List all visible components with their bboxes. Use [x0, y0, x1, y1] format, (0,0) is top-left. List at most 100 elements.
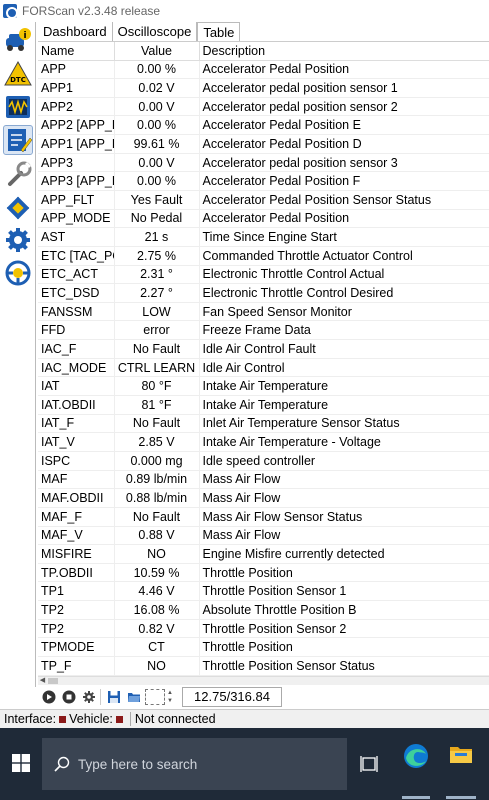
table-row[interactable]: TP2 0.82 V Throttle Position Sensor 2: [38, 619, 489, 639]
cell-description: Time Since Engine Start: [199, 227, 489, 247]
cell-value: 0.82 V: [114, 619, 200, 639]
cell-name: TP.OBDII: [38, 563, 115, 583]
cell-value: 4.46 V: [114, 581, 200, 602]
table-row[interactable]: ETC_DSD 2.27 ° Electronic Throttle Control…: [38, 283, 489, 303]
table-row[interactable]: MAF_F No Fault Mass Air Flow Sensor Status: [38, 507, 489, 527]
explorer-active-indicator: [446, 796, 476, 799]
table-row[interactable]: TPMODE CT Throttle Position: [38, 637, 489, 657]
table-row[interactable]: MAF.OBDII 0.88 lb/min Mass Air Flow: [38, 488, 489, 508]
chip-icon[interactable]: [3, 193, 33, 223]
window-title: FORScan v2.3.48 release: [22, 4, 161, 18]
file-explorer-icon[interactable]: [449, 742, 473, 766]
column-header-value[interactable]: Value: [114, 42, 200, 61]
open-folder-icon[interactable]: [125, 688, 143, 706]
info-icon[interactable]: i: [3, 25, 33, 55]
table-row[interactable]: APP1 [APP_D]99.61 %Accelerator Pedal Pos…: [38, 134, 489, 154]
cell-value: CT: [114, 637, 200, 657]
table-row[interactable]: FFD error Freeze Frame Data: [38, 320, 489, 341]
table-row[interactable]: TP_F NO Throttle Position Sensor Status: [38, 656, 489, 676]
cell-description: Throttle Position Sensor 1: [199, 581, 489, 602]
oscilloscope-icon[interactable]: [3, 92, 33, 122]
edge-browser-icon[interactable]: [402, 742, 430, 770]
table-row[interactable]: APP_FLT Yes Fault Accelerator Pedal Positi…: [38, 190, 489, 210]
cell-value: error: [114, 320, 200, 341]
table-row[interactable]: IAT_F No Fault Inlet Air Temperature Senso…: [38, 414, 489, 434]
cell-value: No Fault: [114, 507, 200, 527]
play-icon[interactable]: [40, 688, 58, 706]
cell-description: Idle Air Control Fault: [199, 339, 489, 359]
save-icon[interactable]: [105, 688, 123, 706]
table-row[interactable]: ETC [TAC_PCT]2.75 %Commanded Throttle Ac…: [38, 246, 489, 266]
cell-name: FFD: [38, 320, 115, 341]
table-row[interactable]: APP2 0.00 V Accelerator pedal position sen…: [38, 97, 489, 117]
cell-description: Throttle Position: [199, 637, 489, 657]
tab-oscilloscope[interactable]: Oscilloscope: [113, 22, 198, 41]
table-row[interactable]: TP1 4.46 V Throttle Position Sensor 1: [38, 581, 489, 602]
tab-table[interactable]: Table: [197, 22, 241, 41]
windows-start-icon[interactable]: [12, 754, 30, 772]
cell-description: Accelerator Pedal Position: [199, 60, 489, 80]
checklist-icon[interactable]: [3, 125, 33, 155]
table-row[interactable]: ETC_ACT 2.31 ° Electronic Throttle Control…: [38, 265, 489, 285]
table-row[interactable]: APP1 0.02 V Accelerator pedal position sen…: [38, 78, 489, 98]
cell-name: IAC_MODE: [38, 358, 115, 378]
table-row[interactable]: FANSSM LOW Fan Speed Sensor Monitor: [38, 302, 489, 322]
cell-value: 2.85 V: [114, 432, 200, 452]
task-view-icon[interactable]: [360, 755, 378, 773]
table-row[interactable]: APP3 0.00 V Accelerator pedal position sen…: [38, 153, 489, 173]
stop-icon[interactable]: [60, 688, 78, 706]
cell-value: 10.59 %: [114, 563, 200, 583]
table-row[interactable]: IAC_MODE CTRL LEARN Idle Air Control: [38, 358, 489, 378]
tab-dashboard[interactable]: Dashboard: [38, 22, 113, 41]
column-header-description[interactable]: Description: [199, 42, 489, 61]
cell-description: Accelerator Pedal Position D: [199, 134, 489, 154]
cell-description: Commanded Throttle Actuator Control: [199, 246, 489, 266]
taskbar-search-box[interactable]: Type here to search: [42, 738, 347, 790]
cell-description: Intake Air Temperature: [199, 376, 489, 397]
table-row[interactable]: IAC_F No Fault Idle Air Control Fault: [38, 339, 489, 359]
table-row[interactable]: IAT.OBDII 81 °F Intake Air Temperature: [38, 395, 489, 415]
table-row[interactable]: APP2 [APP_E]0.00 %Accelerator Pedal Posi…: [38, 115, 489, 136]
table-row[interactable]: APP3 [APP_F]0.00 %Accelerator Pedal Posi…: [38, 171, 489, 191]
cell-name: ETC_DSD: [38, 283, 115, 303]
table-row[interactable]: IAT 80 °F Intake Air Temperature: [38, 376, 489, 397]
table-row[interactable]: MAF_V 0.88 V Mass Air Flow: [38, 526, 489, 546]
steering-help-icon[interactable]: [3, 258, 33, 288]
cell-name: ETC [TAC_PCT]: [38, 246, 115, 266]
horizontal-scrollbar[interactable]: ◀: [38, 676, 489, 685]
cell-value: 0.00 V: [114, 97, 200, 117]
table-row[interactable]: MAF 0.89 lb/min Mass Air Flow: [38, 470, 489, 490]
gear-icon[interactable]: [3, 225, 33, 255]
table-row[interactable]: ISPC 0.000 mg Idle speed controller: [38, 451, 489, 471]
table-row[interactable]: TP2 16.08 % Absolute Throttle Position B: [38, 600, 489, 620]
vehicle-label: Vehicle:: [69, 712, 113, 726]
spin-arrows-icon[interactable]: ▲ ▼: [166, 689, 174, 705]
table-row[interactable]: APP_MODE No Pedal Accelerator Pedal Positi…: [38, 209, 489, 229]
dtc-icon[interactable]: DTC: [3, 59, 33, 89]
scroll-left-icon[interactable]: ◀: [38, 677, 47, 685]
cell-name: APP_MODE: [38, 209, 115, 229]
cell-name: IAC_F: [38, 339, 115, 359]
cell-value: LOW: [114, 302, 200, 322]
status-bar: Interface: Vehicle: Not connected: [0, 709, 489, 728]
scrollbar-thumb[interactable]: [48, 678, 58, 684]
column-header-name[interactable]: Name: [38, 42, 115, 61]
cell-value: 80 °F: [114, 376, 200, 397]
wrench-icon[interactable]: [3, 159, 33, 189]
cell-description: Engine Misfire currently detected: [199, 544, 489, 564]
cell-description: Fan Speed Sensor Monitor: [199, 302, 489, 322]
cell-value: 2.75 %: [114, 246, 200, 266]
settings-gear-icon[interactable]: [80, 688, 98, 706]
cell-value: CTRL LEARN: [114, 358, 200, 378]
interval-combo[interactable]: [145, 689, 165, 705]
cell-description: Mass Air Flow: [199, 488, 489, 508]
table-row[interactable]: TP.OBDII 10.59 % Throttle Position: [38, 563, 489, 583]
cell-name: IAT.OBDII: [38, 395, 115, 415]
cell-value: 0.02 V: [114, 78, 200, 98]
table-row[interactable]: MISFIRE NO Engine Misfire currently detect…: [38, 544, 489, 564]
table-row[interactable]: APP 0.00 % Accelerator Pedal Position: [38, 60, 489, 80]
table-row[interactable]: AST 21 s Time Since Engine Start: [38, 227, 489, 247]
cell-description: Accelerator Pedal Position Sensor Status: [199, 190, 489, 210]
table-row[interactable]: IAT_V 2.85 V Intake Air Temperature - Volt…: [38, 432, 489, 452]
cell-description: Idle Air Control: [199, 358, 489, 378]
